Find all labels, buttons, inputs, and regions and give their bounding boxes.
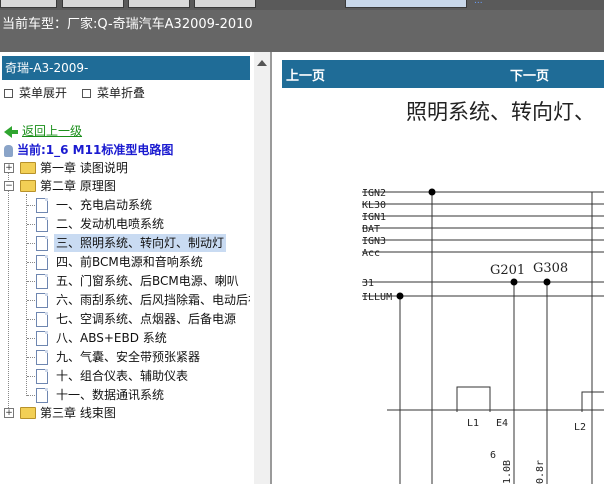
current-label: 当前:1_6 M11标准型电路图 (17, 143, 174, 157)
signal-label: IGN2 (362, 188, 386, 199)
ground-label: G201 (490, 263, 525, 278)
scroll-up-icon[interactable] (257, 60, 267, 66)
signal-label: ILLUM (362, 292, 392, 303)
tree-label: 第三章 线束图 (40, 406, 116, 420)
sidebar: 奇瑞-A3-2009- 菜单展开 菜单折叠 返回上一级 当前:1_6 M11标准… (0, 52, 272, 484)
back-label: 返回上一级 (22, 124, 83, 138)
menu-collapse-button[interactable]: 菜单折叠 (82, 84, 145, 101)
toolbar-button[interactable] (0, 0, 57, 8)
sidebar-header: 奇瑞-A3-2009- (2, 56, 250, 80)
title-bar: 当前车型：厂家:Q-奇瑞汽车A32009-2010 (0, 10, 604, 52)
next-page-button[interactable]: 下一页 (510, 65, 549, 84)
signal-label: BAT (362, 224, 380, 235)
tree-item-label: 十、组合仪表、辅助仪表 (56, 369, 189, 383)
tree-item-label: 六、雨刮系统、后风挡除霜、电动后视 (56, 293, 250, 307)
connector-label: E4 (496, 418, 508, 429)
back-arrow-icon (4, 125, 12, 138)
square-icon (82, 89, 91, 98)
document-icon (36, 274, 48, 289)
tree-item-label: 二、发动机电喷系统 (56, 217, 165, 231)
back-arrow-tail (12, 129, 18, 134)
diagram-title: 照明系统、转向灯、 (406, 100, 595, 124)
tree-label: 第一章 读图说明 (40, 161, 128, 175)
tree-item-label: 一、充电启动系统 (56, 198, 153, 212)
tree-label: 第二章 原理图 (40, 179, 116, 193)
back-link[interactable]: 返回上一级 (4, 122, 82, 139)
document-icon (36, 217, 48, 232)
top-toolbar-strip: ... (0, 0, 604, 10)
signal-label: 31 (362, 278, 374, 289)
prev-page-button[interactable]: 上一页 (286, 65, 325, 84)
signal-label: KL30 (362, 200, 386, 211)
top-link[interactable]: ... (474, 0, 483, 6)
document-icon (36, 236, 48, 251)
menu-expand-label: 菜单展开 (19, 86, 68, 100)
tree-item-6[interactable]: 六、雨刮系统、后风挡除霜、电动后视 (36, 291, 250, 309)
signal-label: IGN1 (362, 212, 386, 223)
toolbar-button[interactable] (345, 0, 467, 8)
document-icon (36, 198, 48, 213)
folder-open-icon (20, 180, 36, 192)
toolbar-button[interactable] (194, 0, 256, 8)
tree-folder-chapter3[interactable]: + 第三章 线束图 (4, 404, 244, 422)
tree-folder-chapter2[interactable]: − 第二章 原理图 (4, 177, 244, 195)
tree-item-label: 四、前BCM电源和音响系统 (56, 255, 203, 269)
connector-label: L2 (574, 422, 586, 433)
document-icon (36, 388, 48, 403)
menu-expand-button[interactable]: 菜单展开 (4, 84, 67, 101)
collapse-icon[interactable]: − (4, 181, 14, 191)
folder-icon (20, 162, 36, 174)
wire-label: 0.8r (535, 460, 546, 484)
folder-icon (20, 407, 36, 419)
wire-label: 1.0B (502, 460, 513, 484)
tree-item-label: 八、ABS+EBD 系统 (56, 331, 167, 345)
tree-item-label: 五、门窗系统、后BCM电源、喇叭 (56, 274, 239, 288)
tree-item-label: 七、空调系统、点烟器、后备电源 (56, 312, 237, 326)
tree-item-label: 十一、数据通讯系统 (56, 388, 165, 402)
toolbar-button[interactable] (128, 0, 190, 8)
expand-icon[interactable]: + (4, 408, 14, 418)
document-icon (36, 312, 48, 327)
tree-guide (8, 168, 9, 414)
document-icon (36, 369, 48, 384)
toolbar-button[interactable] (62, 0, 124, 8)
tree-folder-chapter1[interactable]: + 第一章 读图说明 (4, 159, 244, 177)
document-icon (36, 350, 48, 365)
sidebar-scrollbar[interactable] (254, 52, 270, 484)
tree-item-3-selected[interactable]: 三、照明系统、转向灯、制动灯 (36, 234, 227, 252)
expand-icon[interactable]: + (4, 163, 14, 173)
wiring-diagram: IGN2 KL30 IGN1 BAT IGN3 Acc 31 ILLUM G20… (362, 188, 604, 484)
page-navbar: 上一页 下一页 (282, 60, 604, 88)
current-location: 当前:1_6 M11标准型电路图 (4, 141, 173, 158)
signal-label: IGN3 (362, 236, 386, 247)
document-icon (36, 331, 48, 346)
tree-item-label: 九、气囊、安全带预张紧器 (56, 350, 201, 364)
menu-collapse-label: 菜单折叠 (97, 86, 146, 100)
square-icon (4, 89, 13, 98)
document-icon (36, 293, 48, 308)
document-icon (36, 255, 48, 270)
signal-label: Acc (362, 248, 380, 259)
diagram-viewer: 上一页 下一页 照明系统、转向灯、 IGN2 KL30 IGN1 BAT IGN… (282, 52, 604, 484)
tree-item-label: 三、照明系统、转向灯、制动灯 (54, 234, 227, 252)
window-title: 当前车型：厂家:Q-奇瑞汽车A32009-2010 (2, 17, 253, 32)
connector-label: L1 (467, 418, 479, 429)
wire-label: 6 (490, 450, 496, 461)
ground-label: G308 (533, 261, 568, 276)
location-icon (4, 144, 13, 157)
